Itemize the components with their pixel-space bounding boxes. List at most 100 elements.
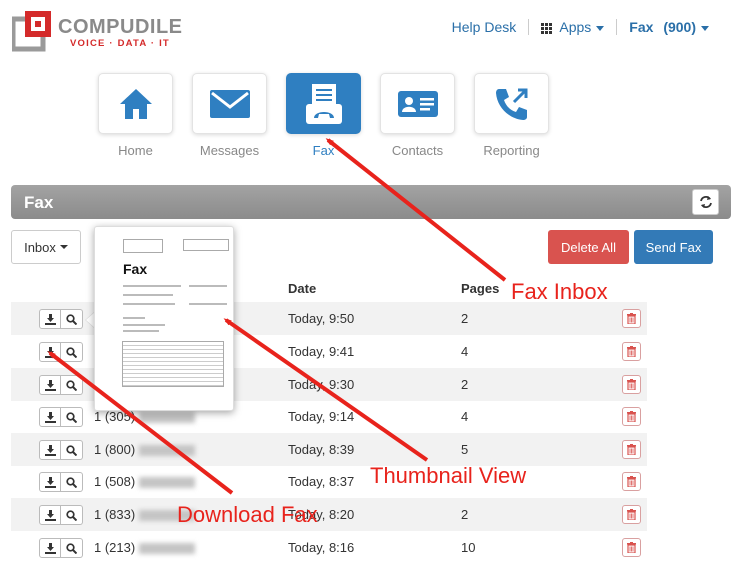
preview-fax-button[interactable]	[61, 309, 83, 329]
download-fax-button[interactable]	[39, 505, 61, 525]
download-icon	[44, 542, 56, 554]
table-row[interactable]: 1 (833) Today, 8:20 2	[11, 498, 647, 531]
delete-fax-button[interactable]	[622, 342, 641, 361]
tile-fax-box[interactable]	[286, 73, 361, 134]
refresh-icon	[699, 196, 712, 208]
tile-home-box[interactable]	[98, 73, 173, 134]
fax-icon	[305, 83, 342, 124]
trash-icon	[627, 476, 636, 487]
caret-down-icon	[59, 245, 68, 249]
trash-icon	[627, 444, 636, 455]
download-fax-button[interactable]	[39, 538, 61, 558]
brand-logo[interactable]: COMPUDILE VOICE · DATA · IT	[12, 10, 182, 54]
thumbnail-line	[123, 324, 165, 326]
download-icon	[44, 509, 56, 521]
top-nav: Help Desk Apps Fax (900)	[452, 19, 709, 35]
thumbnail-title: Fax	[123, 261, 148, 277]
tile-messages-box[interactable]	[192, 73, 267, 134]
column-header-date[interactable]: Date	[288, 281, 316, 296]
delete-fax-button[interactable]	[622, 375, 641, 394]
download-icon	[44, 476, 56, 488]
thumbnail-line	[123, 330, 159, 332]
column-header-pages[interactable]: Pages	[461, 281, 499, 296]
download-icon	[44, 346, 56, 358]
trash-icon	[627, 313, 636, 324]
delete-fax-button[interactable]	[622, 440, 641, 459]
download-icon	[44, 313, 56, 325]
tile-reporting-box[interactable]	[474, 73, 549, 134]
fax-thumbnail-preview[interactable]: Fax	[94, 226, 234, 411]
preview-fax-button[interactable]	[61, 472, 83, 492]
delete-fax-button[interactable]	[622, 538, 641, 557]
help-desk-link[interactable]: Help Desk	[452, 19, 517, 35]
table-row[interactable]: 1 (213) Today, 8:16 10	[11, 531, 647, 564]
table-row[interactable]: 1 (800) Today, 8:39 5	[11, 433, 647, 466]
preview-fax-button[interactable]	[61, 375, 83, 395]
fax-number-prefix: 1 (833)	[94, 507, 136, 522]
fax-pages: 4	[461, 409, 469, 424]
fax-account-label: Fax	[629, 19, 654, 35]
tile-reporting-label: Reporting	[483, 143, 540, 158]
tile-home[interactable]: Home	[98, 73, 173, 158]
delete-fax-button[interactable]	[622, 472, 641, 491]
delete-fax-button[interactable]	[622, 309, 641, 328]
envelope-icon	[209, 89, 250, 118]
logo-mark-icon	[12, 11, 51, 52]
download-icon	[44, 411, 56, 423]
magnifier-icon	[66, 509, 77, 521]
redacted-number	[139, 445, 196, 457]
delete-fax-button[interactable]	[622, 407, 641, 426]
download-fax-button[interactable]	[39, 440, 61, 460]
preview-fax-button[interactable]	[61, 407, 83, 427]
magnifier-icon	[66, 346, 77, 358]
magnifier-icon	[66, 411, 77, 423]
grid-icon	[541, 22, 553, 34]
fax-pages: 10	[461, 540, 476, 555]
fax-number: 1 (508)	[94, 474, 196, 489]
fax-pages: 2	[461, 377, 469, 392]
preview-fax-button[interactable]	[61, 538, 83, 558]
fax-date: Today, 8:39	[288, 442, 355, 457]
table-row[interactable]: 1 (508) Today, 8:37	[11, 465, 647, 498]
preview-fax-button[interactable]	[61, 440, 83, 460]
download-fax-button[interactable]	[39, 375, 61, 395]
download-fax-button[interactable]	[39, 309, 61, 329]
tile-messages[interactable]: Messages	[192, 73, 267, 158]
delete-fax-button[interactable]	[622, 505, 641, 524]
tile-contacts[interactable]: Contacts	[380, 73, 455, 158]
redacted-number	[139, 543, 196, 555]
fax-number: 1 (213)	[94, 540, 196, 555]
inbox-dropdown[interactable]: Inbox	[11, 230, 81, 264]
download-fax-button[interactable]	[39, 472, 61, 492]
row-actions	[39, 505, 83, 525]
row-actions	[39, 375, 83, 395]
preview-fax-button[interactable]	[61, 505, 83, 525]
thumbnail-header-block	[123, 239, 163, 253]
fax-panel-header: Fax	[11, 185, 731, 219]
delete-all-button[interactable]: Delete All	[548, 230, 629, 264]
row-actions	[39, 538, 83, 558]
tile-contacts-box[interactable]	[380, 73, 455, 134]
row-actions	[39, 407, 83, 427]
brand-tagline: VOICE · DATA · IT	[70, 38, 170, 49]
send-fax-button[interactable]: Send Fax	[634, 230, 713, 264]
apps-label: Apps	[559, 19, 592, 35]
panel-title: Fax	[24, 193, 54, 212]
redacted-number	[139, 412, 196, 424]
fax-date: Today, 9:50	[288, 311, 355, 326]
tile-fax[interactable]: Fax	[286, 73, 361, 158]
fax-pages: 2	[461, 311, 469, 326]
trash-icon	[627, 379, 636, 390]
apps-menu[interactable]: Apps	[541, 19, 605, 35]
tile-reporting[interactable]: Reporting	[474, 73, 549, 158]
annotation-download-fax: Download Fax	[177, 502, 318, 527]
download-fax-button[interactable]	[39, 407, 61, 427]
download-fax-button[interactable]	[39, 342, 61, 362]
tile-home-label: Home	[118, 143, 153, 158]
fax-account-menu[interactable]: Fax (900)	[629, 19, 709, 35]
fax-date: Today, 9:41	[288, 344, 355, 359]
tile-contacts-label: Contacts	[391, 143, 444, 158]
fax-account-count: (900)	[663, 19, 696, 35]
preview-fax-button[interactable]	[61, 342, 83, 362]
refresh-button[interactable]	[692, 189, 719, 215]
